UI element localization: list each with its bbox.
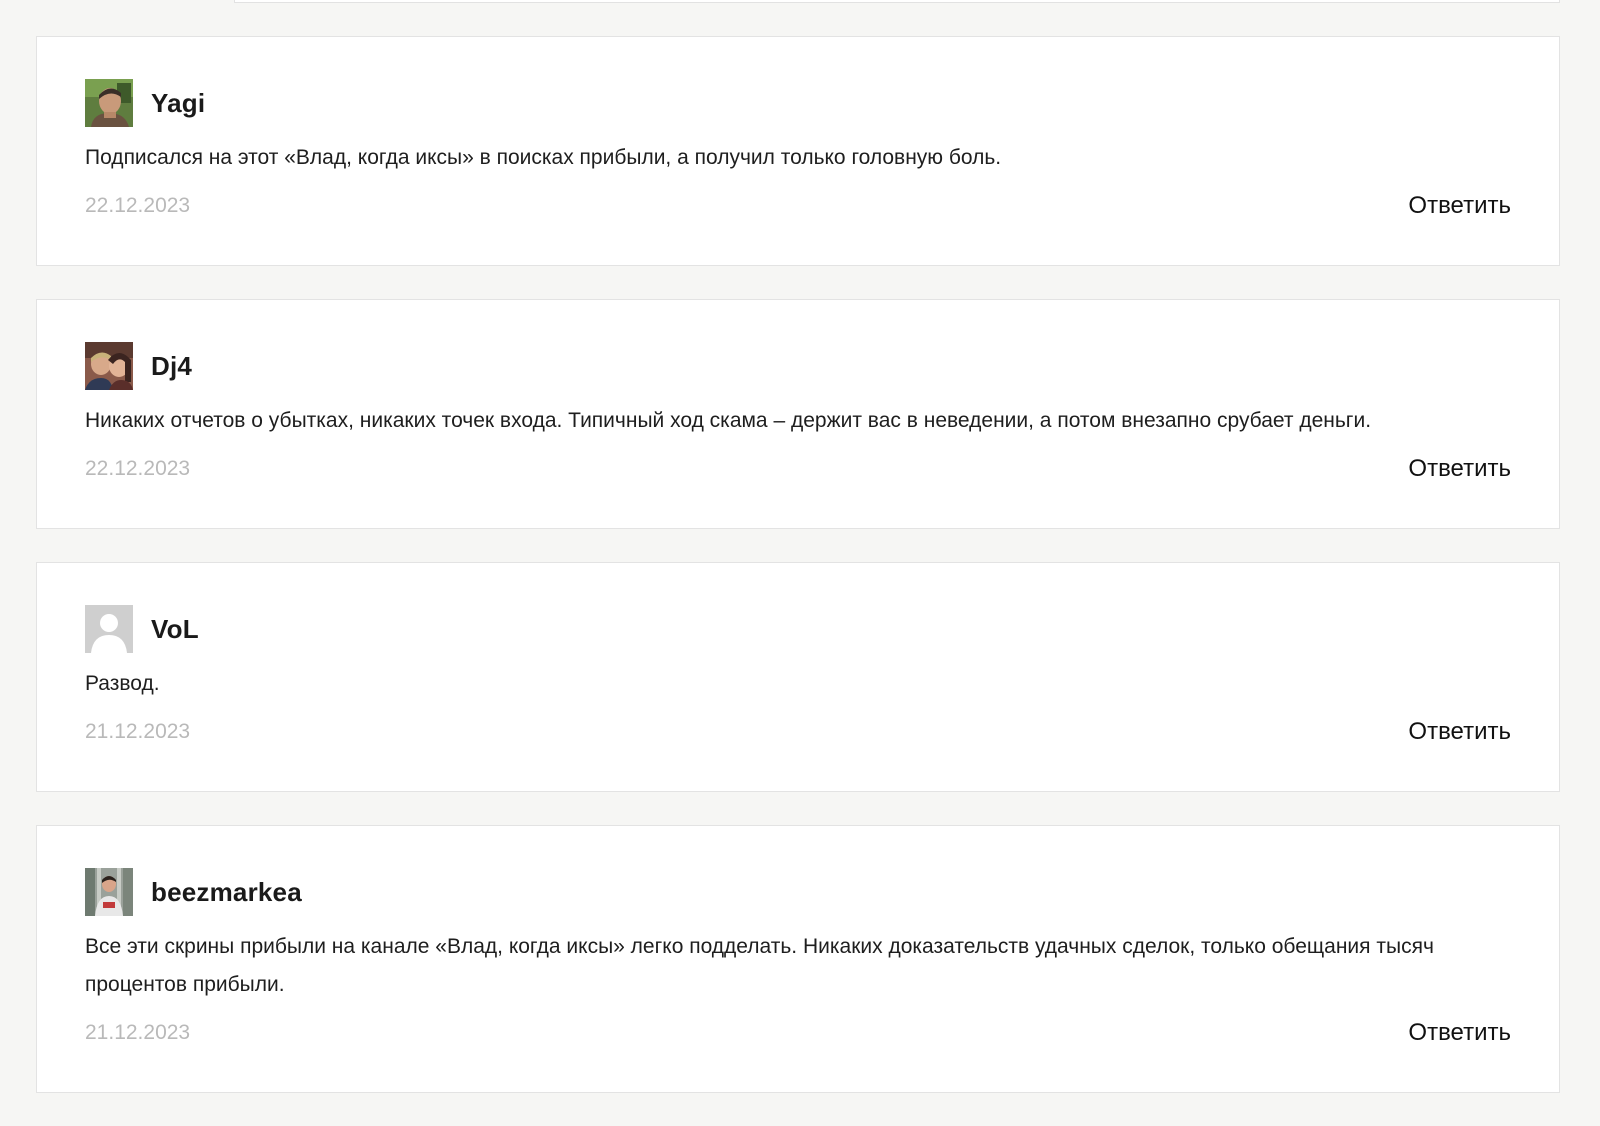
reply-button[interactable]: Ответить (1408, 1019, 1511, 1047)
comment-date: 21.12.2023 (85, 1021, 191, 1044)
comment-text: Никаких отчетов о убытках, никаких точек… (85, 409, 1372, 432)
comment-card: VoL Развод. 21.12.2023 Ответить (36, 562, 1560, 792)
comment-author: Yagi (151, 87, 206, 118)
comment-card: beezmarkea Все эти скрины прибыли на кан… (36, 825, 1560, 1093)
comment-text: Подписался на этот «Влад, когда иксы» в … (85, 146, 1002, 169)
comment-footer: 21.12.2023 Ответить (85, 1008, 1511, 1092)
comment-author: beezmarkea (151, 876, 302, 907)
previous-block-edge (234, 0, 1560, 3)
comment-footer: 22.12.2023 Ответить (85, 181, 1511, 265)
user-photo-icon (85, 868, 133, 916)
comment-card: Yagi Подписался на этот «Влад, когда икс… (36, 36, 1560, 266)
comment-header: Yagi (85, 79, 1511, 127)
comments-list: Yagi Подписался на этот «Влад, когда икс… (36, 36, 1560, 1126)
user-photo-icon (85, 342, 133, 390)
comment-date: 22.12.2023 (85, 194, 191, 217)
comment-header: Dj4 (85, 342, 1511, 390)
user-photo-icon (85, 79, 133, 127)
comment-footer: 22.12.2023 Ответить (85, 444, 1511, 528)
reply-button[interactable]: Ответить (1408, 718, 1511, 746)
comment-date: 22.12.2023 (85, 457, 191, 480)
comment-author: Dj4 (151, 350, 193, 381)
reply-button[interactable]: Ответить (1408, 455, 1511, 483)
comment-header: beezmarkea (85, 868, 1511, 916)
comment-text: Развод. (85, 672, 160, 695)
comment-text: Все эти скрины прибыли на канале «Влад, … (85, 935, 1434, 996)
reply-button[interactable]: Ответить (1408, 192, 1511, 220)
comment-card: Dj4 Никаких отчетов о убытках, никаких т… (36, 299, 1560, 529)
comment-author: VoL (151, 613, 199, 644)
default-avatar-icon (85, 605, 133, 653)
comment-footer: 21.12.2023 Ответить (85, 707, 1511, 791)
comment-header: VoL (85, 605, 1511, 653)
comment-date: 21.12.2023 (85, 720, 191, 743)
